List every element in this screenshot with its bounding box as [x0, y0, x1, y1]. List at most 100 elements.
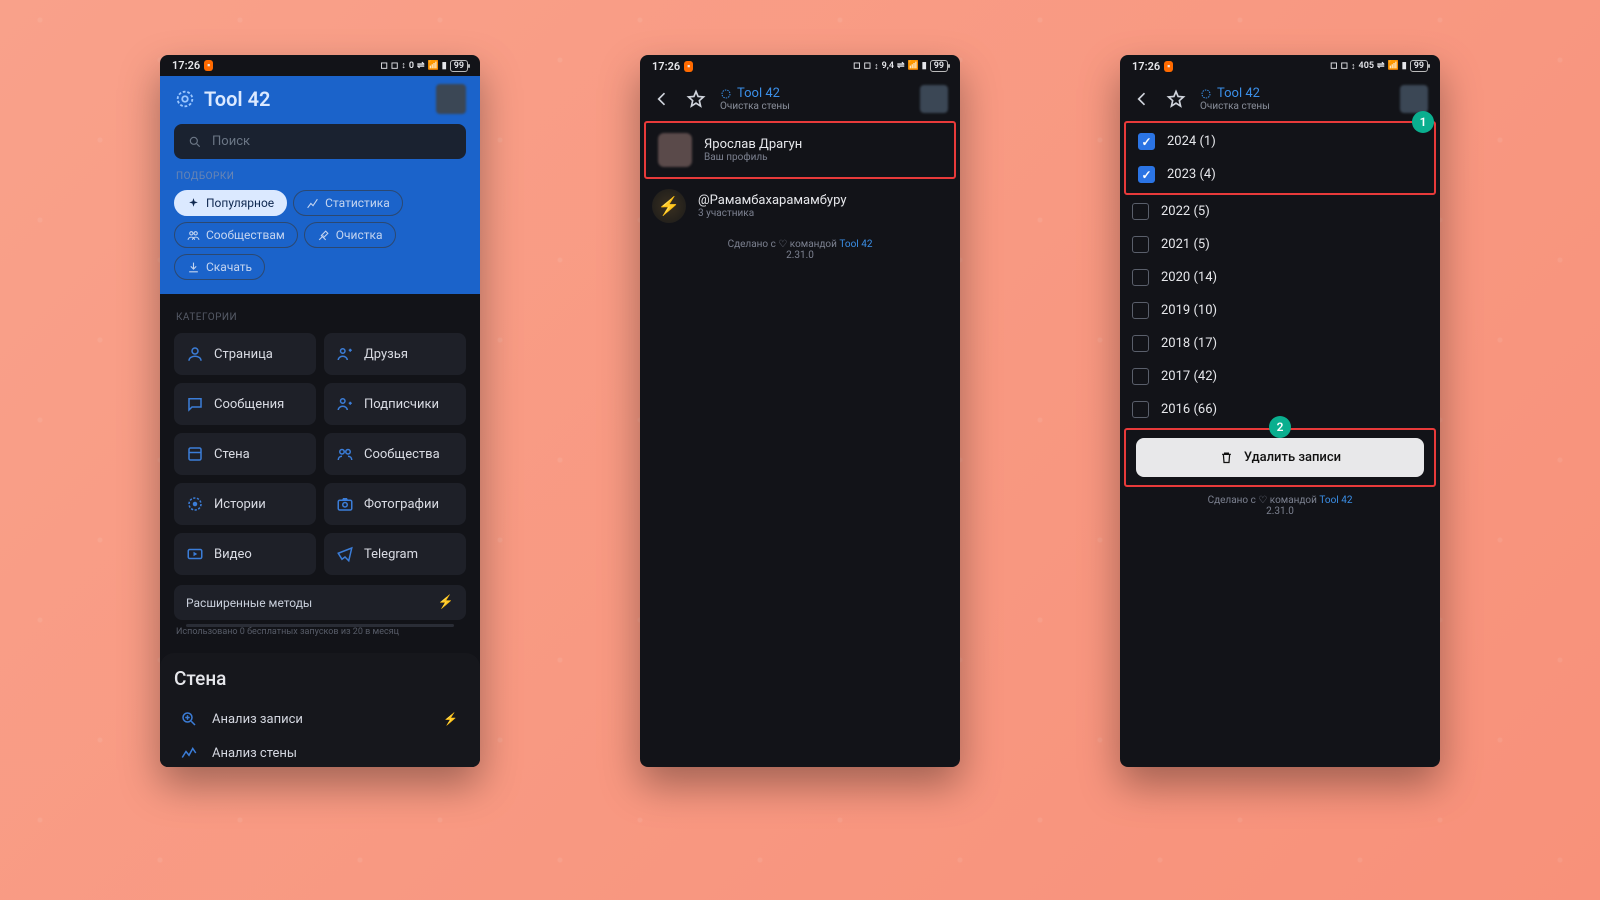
- avatar[interactable]: [436, 84, 466, 114]
- profile-avatar: [658, 133, 692, 167]
- trash-icon: [1219, 450, 1234, 465]
- footer-link[interactable]: Tool 42: [839, 239, 872, 250]
- heart-icon: ♡: [778, 239, 787, 250]
- category-stories[interactable]: Истории: [174, 483, 316, 525]
- communities-icon: [336, 445, 354, 463]
- sparkle-icon: [187, 197, 200, 210]
- category-subscribers[interactable]: Подписчики: [324, 383, 466, 425]
- profile-name: Ярослав Драгун: [704, 137, 802, 152]
- bottom-sheet-wall: Стена Анализ записи⚡ Анализ стены Очистк…: [160, 653, 480, 767]
- star-icon[interactable]: [686, 89, 706, 109]
- battery-icon: 99: [450, 60, 468, 72]
- year-row-2024[interactable]: 2024 (1): [1126, 125, 1434, 158]
- checkbox-checked[interactable]: [1138, 133, 1155, 150]
- header-subtitle: Очистка стены: [720, 101, 790, 112]
- sheet-title: Стена: [174, 667, 466, 690]
- sheet-analyze-wall[interactable]: Анализ стены: [174, 736, 466, 767]
- app-title: Tool 42: [204, 87, 270, 111]
- phone-year-select: 17:26▪ ◻◻↕405⇌📶▮99 Tool 42 Очистка стены…: [1120, 55, 1440, 767]
- advanced-methods[interactable]: Расширенные методы ⚡: [174, 585, 466, 620]
- star-icon[interactable]: [1166, 89, 1186, 109]
- usage-text: Использовано 0 бесплатных запусков из 20…: [174, 627, 466, 637]
- checkbox-checked[interactable]: [1138, 166, 1155, 183]
- broom-icon: [317, 229, 330, 242]
- chart-icon: [306, 197, 319, 210]
- sub-header: Tool 42 Очистка стены: [1120, 77, 1440, 121]
- year-row-2021[interactable]: 2021 (5): [1120, 228, 1440, 261]
- app-logo-icon: [720, 88, 732, 100]
- category-wall[interactable]: Стена: [174, 433, 316, 475]
- analyze-post-icon: [180, 710, 198, 728]
- bolt-icon: ⚡: [443, 712, 458, 726]
- year-row-2020[interactable]: 2020 (14): [1120, 261, 1440, 294]
- bolt-icon: ⚡: [438, 595, 454, 610]
- category-communities[interactable]: Сообщества: [324, 433, 466, 475]
- step-badge-1: 1: [1412, 111, 1434, 133]
- checkbox[interactable]: [1132, 269, 1149, 286]
- chip-stats[interactable]: Статистика: [293, 190, 403, 216]
- checkbox[interactable]: [1132, 203, 1149, 220]
- checkbox[interactable]: [1132, 368, 1149, 385]
- sheet-analyze-post[interactable]: Анализ записи⚡: [174, 702, 466, 736]
- status-bar: 17:26 ▪ ◻◻↕ 0 ⇌📶▮ 99: [160, 55, 480, 76]
- telegram-icon: [336, 545, 354, 563]
- sub-header: Tool 42 Очистка стены: [640, 77, 960, 121]
- status-bar: 17:26▪ ◻◻↕9,4⇌📶▮99: [640, 55, 960, 77]
- year-row-2019[interactable]: 2019 (10): [1120, 294, 1440, 327]
- search-placeholder: Поиск: [212, 134, 250, 149]
- avatar[interactable]: [1400, 85, 1428, 113]
- header-subtitle: Очистка стены: [1200, 101, 1270, 112]
- phone-main: 17:26 ▪ ◻◻↕ 0 ⇌📶▮ 99 Tool 42 Поиск ПОДБО…: [160, 55, 480, 767]
- messages-icon: [186, 395, 204, 413]
- camera-icon: [336, 495, 354, 513]
- profile-row-group[interactable]: ⚡ @Рамамбахарамамбуру 3 участника: [640, 179, 960, 233]
- category-friends[interactable]: Друзья: [324, 333, 466, 375]
- category-page[interactable]: Страница: [174, 333, 316, 375]
- checkbox[interactable]: [1132, 236, 1149, 253]
- profile-row-self[interactable]: Ярослав Драгун Ваш профиль: [644, 121, 956, 179]
- year-row-2022[interactable]: 2022 (5): [1120, 195, 1440, 228]
- section-categories: КАТЕГОРИИ: [176, 312, 464, 323]
- notification-badge: ▪: [204, 60, 213, 71]
- checkbox[interactable]: [1132, 401, 1149, 418]
- profile-sub: Ваш профиль: [704, 152, 802, 163]
- category-photos[interactable]: Фотографии: [324, 483, 466, 525]
- status-icons: ◻◻↕ 0 ⇌📶▮ 99: [380, 60, 468, 72]
- search-icon: [188, 135, 202, 149]
- category-telegram[interactable]: Telegram: [324, 533, 466, 575]
- category-video[interactable]: Видео: [174, 533, 316, 575]
- delete-button[interactable]: Удалить записи: [1136, 438, 1424, 477]
- checkbox[interactable]: [1132, 302, 1149, 319]
- back-icon[interactable]: [652, 89, 672, 109]
- step-badge-2: 2: [1269, 416, 1291, 438]
- footer-link[interactable]: Tool 42: [1319, 495, 1352, 506]
- chip-download[interactable]: Скачать: [174, 254, 265, 280]
- search-input[interactable]: Поиск: [174, 124, 466, 159]
- chip-popular[interactable]: Популярное: [174, 190, 287, 216]
- app-logo-icon: [174, 88, 196, 110]
- heart-icon: ♡: [1258, 495, 1267, 506]
- main-header: Tool 42 Поиск ПОДБОРКИ Популярное Статис…: [160, 76, 480, 294]
- user-icon: [186, 345, 204, 363]
- analyze-wall-icon: [180, 744, 198, 762]
- stories-icon: [186, 495, 204, 513]
- download-icon: [187, 261, 200, 274]
- wall-icon: [186, 445, 204, 463]
- year-row-2023[interactable]: 2023 (4): [1126, 158, 1434, 191]
- footer-version: 2.31.0: [786, 250, 814, 261]
- year-row-2018[interactable]: 2018 (17): [1120, 327, 1440, 360]
- group-icon: [187, 229, 200, 242]
- checkbox[interactable]: [1132, 335, 1149, 352]
- video-icon: [186, 545, 204, 563]
- footer-version: 2.31.0: [1266, 506, 1294, 517]
- avatar[interactable]: [920, 85, 948, 113]
- group-sub: 3 участника: [698, 208, 846, 219]
- footer: Сделано с ♡ командой Tool 42 2.31.0: [1120, 495, 1440, 517]
- back-icon[interactable]: [1132, 89, 1152, 109]
- subscribers-icon: [336, 395, 354, 413]
- category-messages[interactable]: Сообщения: [174, 383, 316, 425]
- chip-communities[interactable]: Сообществам: [174, 222, 298, 248]
- friends-icon: [336, 345, 354, 363]
- year-row-2017[interactable]: 2017 (42): [1120, 360, 1440, 393]
- chip-cleanup[interactable]: Очистка: [304, 222, 396, 248]
